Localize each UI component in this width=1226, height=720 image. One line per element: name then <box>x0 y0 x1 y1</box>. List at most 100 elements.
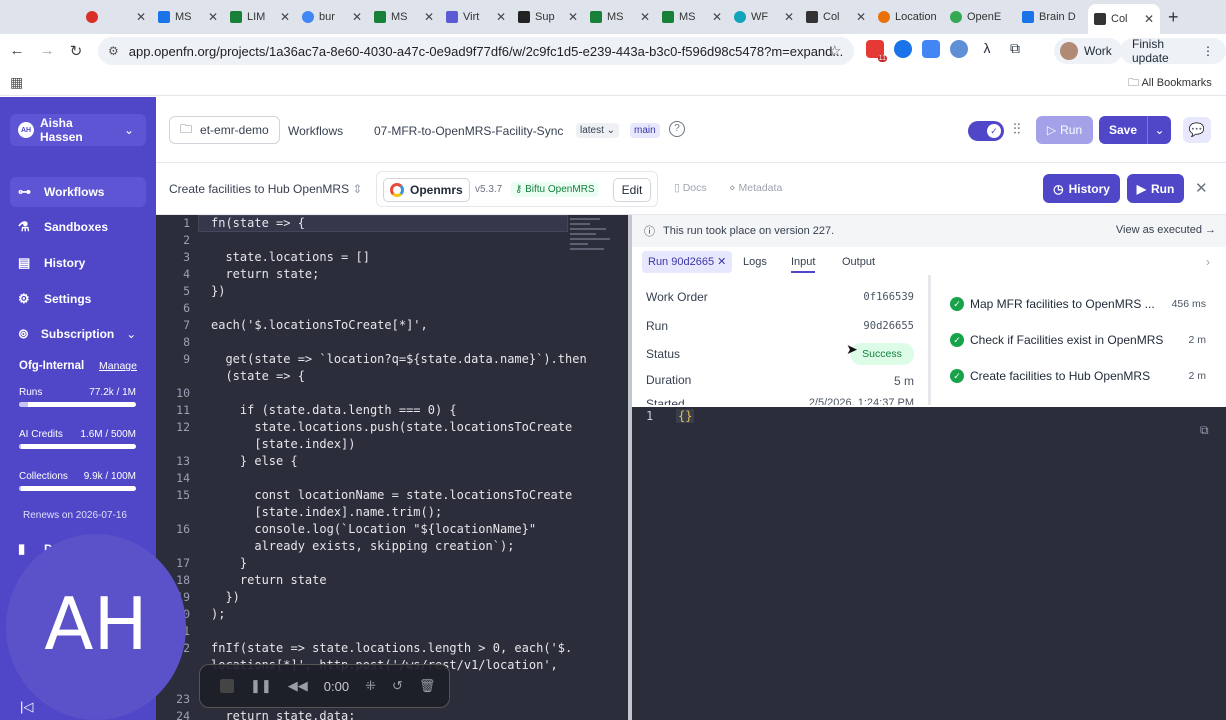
user-menu[interactable]: AH Aisha Hassen ⌄ <box>10 114 146 146</box>
history-button[interactable]: ◷ History <box>1043 174 1120 203</box>
help-icon[interactable]: ? <box>669 121 685 137</box>
run-step-item[interactable]: ✓ Create facilities to Hub OpenMRS 2 m <box>950 369 1220 383</box>
close-icon[interactable]: ✕ <box>352 10 362 24</box>
stop-icon[interactable] <box>220 679 234 693</box>
address-bar[interactable]: ⚙ app.openfn.org/projects/1a36ac7a-8e60-… <box>98 37 854 65</box>
trash-icon[interactable]: 🗑 <box>419 678 436 694</box>
pause-icon[interactable]: ❚❚ <box>250 678 272 694</box>
docs-link[interactable]: ▯ Docs <box>674 182 707 194</box>
extension-icon[interactable]: 11 <box>866 40 887 62</box>
sidebar-item-history[interactable]: ▤ History <box>10 248 146 278</box>
sidebar-item-sandboxes[interactable]: ⚗ Sandboxes <box>10 212 146 242</box>
close-icon[interactable]: ✕ <box>280 10 290 24</box>
close-icon[interactable]: ✕ <box>424 10 434 24</box>
metadata-link[interactable]: ⋄ Metadata <box>729 182 782 194</box>
browser-tab[interactable]: bur ✕ <box>296 3 368 31</box>
sidebar-item-label: Settings <box>44 292 92 306</box>
close-icon[interactable]: ✕ <box>1195 179 1208 197</box>
close-icon[interactable]: ✕ <box>1144 12 1154 26</box>
translate-icon[interactable] <box>922 40 940 58</box>
code-line: [state.index]) <box>211 437 356 451</box>
copy-icon[interactable]: ⧉ <box>1200 423 1209 438</box>
save-button[interactable]: Save ⌄ <box>1099 116 1171 144</box>
close-icon[interactable]: ✕ <box>136 10 146 24</box>
forward-icon[interactable]: → <box>32 42 62 59</box>
browser-tab[interactable]: LIM ✕ <box>224 3 296 31</box>
manage-link[interactable]: Manage <box>99 360 137 372</box>
extension-icon[interactable]: λ <box>978 40 996 58</box>
browser-tab-active[interactable]: Col ✕ <box>1088 4 1160 34</box>
browser-tab[interactable]: Sup ✕ <box>512 3 584 31</box>
browser-tab[interactable]: WF ✕ <box>728 3 800 31</box>
project-switcher[interactable]: 🗀 et-emr-demo <box>169 116 280 144</box>
extension-icon[interactable] <box>894 40 912 58</box>
extension-icon[interactable] <box>950 40 968 58</box>
more-icon[interactable]: ⋮ <box>1202 44 1214 58</box>
close-icon[interactable]: ✕ <box>640 10 650 24</box>
run-chip[interactable]: Run 90d2665 ✕ <box>642 251 733 273</box>
chevron-right-icon[interactable]: › <box>1206 255 1210 269</box>
sidebar-item-subscription[interactable]: ⊚ Subscription ⌄ <box>10 319 146 349</box>
back-icon[interactable]: ← <box>2 42 32 59</box>
settings-sliders-icon[interactable]: ⫶⫶ <box>1013 121 1021 138</box>
close-icon[interactable]: ✕ <box>496 10 506 24</box>
apps-grid-icon[interactable]: ▦ <box>10 74 23 91</box>
minimap[interactable] <box>570 215 618 275</box>
tab-output[interactable]: Output <box>842 251 875 273</box>
run-step-button[interactable]: ▶ Run <box>1127 174 1184 203</box>
view-as-executed-link[interactable]: View as executed → <box>1116 224 1216 236</box>
breadcrumb-workflows[interactable]: Workflows <box>288 124 343 138</box>
finish-update-button[interactable]: Finish update ⋮ <box>1120 37 1226 65</box>
tab-input[interactable]: Input <box>791 251 816 273</box>
new-tab-icon[interactable]: + <box>1168 7 1179 28</box>
run-label: Run <box>1150 181 1175 196</box>
collapse-sidebar-icon[interactable]: |◁ <box>20 699 33 715</box>
profile-button[interactable]: Work <box>1054 38 1122 64</box>
input-viewer[interactable]: 1 {} ⧉ <box>632 407 1226 720</box>
bookmark-star-icon[interactable]: ☆ <box>828 42 841 60</box>
breadcrumb-workflow[interactable]: 07-MFR-to-OpenMRS-Facility-Sync <box>374 124 563 138</box>
chevron-down-icon[interactable]: ⌄ <box>1147 116 1171 144</box>
browser-tab[interactable]: Virt ✕ <box>440 3 512 31</box>
step-selector[interactable]: Create facilities to Hub OpenMRS ⇕ <box>169 182 362 196</box>
browser-tab[interactable]: MS ✕ <box>368 3 440 31</box>
browser-tab[interactable]: Col ✕ <box>800 3 872 31</box>
drag-handle-icon[interactable]: ⁜ <box>365 678 376 694</box>
run-step-item[interactable]: ✓ Check if Facilities exist in OpenMRS 2 m <box>950 333 1220 347</box>
close-icon[interactable]: ✕ <box>717 256 726 268</box>
all-bookmarks-button[interactable]: 🗀 All Bookmarks <box>1128 74 1212 93</box>
reload-icon[interactable]: ↻ <box>61 42 91 60</box>
puzzle-icon[interactable]: ⧉ <box>1006 40 1024 58</box>
chat-icon[interactable]: 💬 <box>1183 117 1211 143</box>
browser-tab[interactable]: Brain D <box>1016 3 1088 31</box>
close-icon[interactable]: ✕ <box>784 10 794 24</box>
close-icon[interactable]: ✕ <box>856 10 866 24</box>
credential-badge[interactable]: ⚷ Biftu OpenMRS <box>511 182 599 197</box>
tab-logs[interactable]: Logs <box>743 251 767 273</box>
browser-tab[interactable]: Location <box>872 3 944 31</box>
run-workflow-button[interactable]: ▷ Run <box>1036 116 1093 144</box>
rewind-icon[interactable]: ◀◀ <box>288 678 308 694</box>
adaptor-chip[interactable]: Openmrs <box>383 178 470 202</box>
browser-tab[interactable]: MS ✕ <box>152 3 224 31</box>
close-icon[interactable]: ✕ <box>208 10 218 24</box>
close-icon[interactable]: ✕ <box>712 10 722 24</box>
browser-tab[interactable]: MS ✕ <box>656 3 728 31</box>
close-icon[interactable]: ✕ <box>568 10 578 24</box>
workflow-enabled-toggle[interactable]: ✓ <box>968 121 1004 141</box>
run-step-item[interactable]: ✓ Map MFR facilities to OpenMRS ... 456 ms <box>950 297 1220 311</box>
restart-icon[interactable]: ↺ <box>392 678 403 694</box>
detail-value[interactable]: 90d26655 <box>863 320 914 332</box>
version-selector[interactable]: latest ⌄ <box>576 123 620 138</box>
sidebar-item-workflows[interactable]: ⊶ Workflows <box>10 177 146 207</box>
edit-button[interactable]: Edit <box>613 178 651 202</box>
detail-value[interactable]: 0f166539 <box>863 291 914 303</box>
site-info-icon[interactable]: ⚙ <box>108 44 119 58</box>
code-editor[interactable]: 123456789101112131415161718192021222324 … <box>156 215 628 720</box>
browser-tab[interactable]: ✕ <box>80 3 152 31</box>
line-number: 12 <box>176 420 190 434</box>
browser-tab[interactable]: OpenE <box>944 3 1016 31</box>
tab-favicon-icon <box>950 11 962 23</box>
sidebar-item-settings[interactable]: ⚙ Settings <box>10 284 146 314</box>
browser-tab[interactable]: MS ✕ <box>584 3 656 31</box>
